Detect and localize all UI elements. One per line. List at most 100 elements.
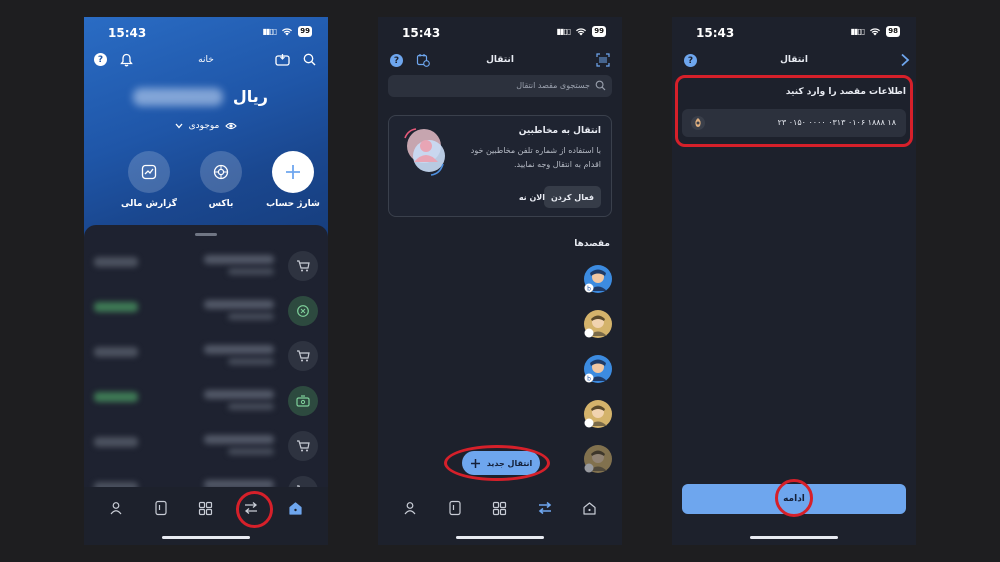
balance-amount-hidden [132,87,223,106]
avatar-icon [584,445,612,473]
back-button[interactable] [900,53,910,67]
signal-icon: ▮▮▯▯ [556,27,572,36]
signal-icon: ▮▮▯▯ [850,27,866,36]
tab-profile[interactable] [398,497,422,519]
balance-row: ریال [132,87,268,106]
continue-label: ادامه [783,494,805,504]
quick-action-label: باکس [208,199,234,209]
stock-toggle[interactable]: موجودی [84,121,328,131]
contacts-illustration-icon [404,128,445,176]
search-button[interactable] [303,53,316,66]
transaction-row[interactable] [84,243,328,289]
user-icon [404,502,416,515]
quick-action-top-up[interactable]: شارژ حساب [258,151,328,209]
transaction-row[interactable] [84,423,328,469]
scan-icon [596,53,610,67]
tab-home[interactable] [578,497,602,519]
wifi-icon [870,28,881,36]
home-icon [583,501,596,515]
iban-input[interactable]: ۱۸ ۱۸۸۸ ۰۱۰۶ ۰۳۱۳ ۰۰۰۰ ۰۱۵۰ ۲۳ [682,109,906,137]
status-bar: 15:43 ▮▮▯▯ 99 [84,17,328,49]
tab-transfer[interactable] [239,497,263,519]
wifi-icon [282,28,293,36]
contacts-transfer-card: انتقال به مخاطبین با استفاده از شماره تل… [388,115,612,217]
battery-icon: 98 [886,26,900,37]
home-indicator [456,536,544,539]
destination-screen: 15:43 ▮▮▯▯ 98 ? انتقال اطلاعات مقصد را و… [672,17,916,545]
battery-icon: 99 [592,26,606,37]
transfer-icon [538,501,552,515]
transaction-row[interactable] [84,378,328,424]
new-transfer-button[interactable]: انتقال جدید [462,451,540,475]
eye-icon [225,122,238,130]
tab-transfer[interactable] [533,497,557,519]
plus-icon [470,458,480,468]
activate-button[interactable]: فعال کردن [543,186,601,208]
scan-button[interactable] [596,53,610,67]
avatar-icon: b [584,265,612,293]
chevron-down-icon [175,123,183,129]
svg-text:b: b [587,376,591,383]
wifi-icon [576,28,587,36]
tab-cards[interactable] [443,497,467,519]
tab-home[interactable] [284,497,308,519]
plus-icon [286,165,300,179]
battery-icon: 99 [298,26,312,37]
tab-cards[interactable] [149,497,173,519]
status-bar: 15:43 ▮▮▯▯ 98 [672,17,916,49]
home-header: 15:43 ▮▮▯▯ 99 ? خانه ریال موجودی شارژ حس… [84,17,328,243]
destination-avatar[interactable] [584,310,612,338]
card-icon [449,500,461,516]
chevron-right-icon [901,53,910,67]
search-icon [303,53,316,66]
not-now-button[interactable]: الان نه [519,186,545,208]
cart-icon [288,431,318,461]
destinations-heading: مقصدها [574,239,610,249]
search-placeholder: جستجوی مقصد انتقال [516,81,590,90]
cart-icon [288,341,318,371]
card-description: با استفاده از شماره تلفن مخاطبین خود اقد… [470,146,601,169]
home-indicator [162,536,250,539]
cart-icon [288,251,318,281]
tab-bar [84,487,328,545]
quick-actions: شارژ حساب باکس گزارش مالی [84,151,328,221]
status-time: 15:43 [108,26,147,40]
destination-avatar[interactable]: b [584,355,612,383]
search-icon [595,80,606,91]
avatar-icon [584,310,612,338]
stock-label: موجودی [188,121,220,131]
tab-profile[interactable] [104,497,128,519]
transaction-row[interactable] [84,333,328,379]
home-icon [289,501,302,515]
wallet-icon [275,54,290,66]
refund-icon [288,296,318,326]
tab-services[interactable] [194,497,218,519]
transfer-screen: 15:43 ▮▮▯▯ 99 ? انتقال جستجوی مقصد انتقا… [378,17,622,545]
transfer-icon [244,502,257,514]
continue-button[interactable]: ادامه [682,484,906,514]
quick-action-financial-report[interactable]: گزارش مالی [114,151,184,209]
quick-action-label: گزارش مالی [120,199,178,209]
currency-label: ریال [232,87,268,106]
destination-avatar[interactable] [584,400,612,428]
transaction-row[interactable] [84,288,328,334]
home-indicator [750,536,838,539]
destination-avatar[interactable]: b [584,265,612,293]
tab-services[interactable] [488,497,512,519]
destination-avatar[interactable] [584,445,612,473]
status-time: 15:43 [696,26,735,40]
search-input[interactable]: جستجوی مقصد انتقال [388,75,612,97]
cash-icon [288,386,318,416]
quick-action-label: شارژ حساب [266,199,320,209]
page-title: انتقال [486,55,514,65]
grid-icon [493,501,507,515]
quick-action-box[interactable]: باکس [186,151,256,209]
iban-value: ۱۸ ۱۸۸۸ ۰۱۰۶ ۰۳۱۳ ۰۰۰۰ ۰۱۵۰ ۲۳ [777,118,896,127]
card-icon [155,500,167,516]
status-time: 15:43 [402,26,441,40]
page-title: انتقال [780,55,808,65]
sheet-handle[interactable] [195,233,217,236]
avatar-icon [584,400,612,428]
tab-bar [378,487,622,545]
wallet-button[interactable] [275,53,290,66]
